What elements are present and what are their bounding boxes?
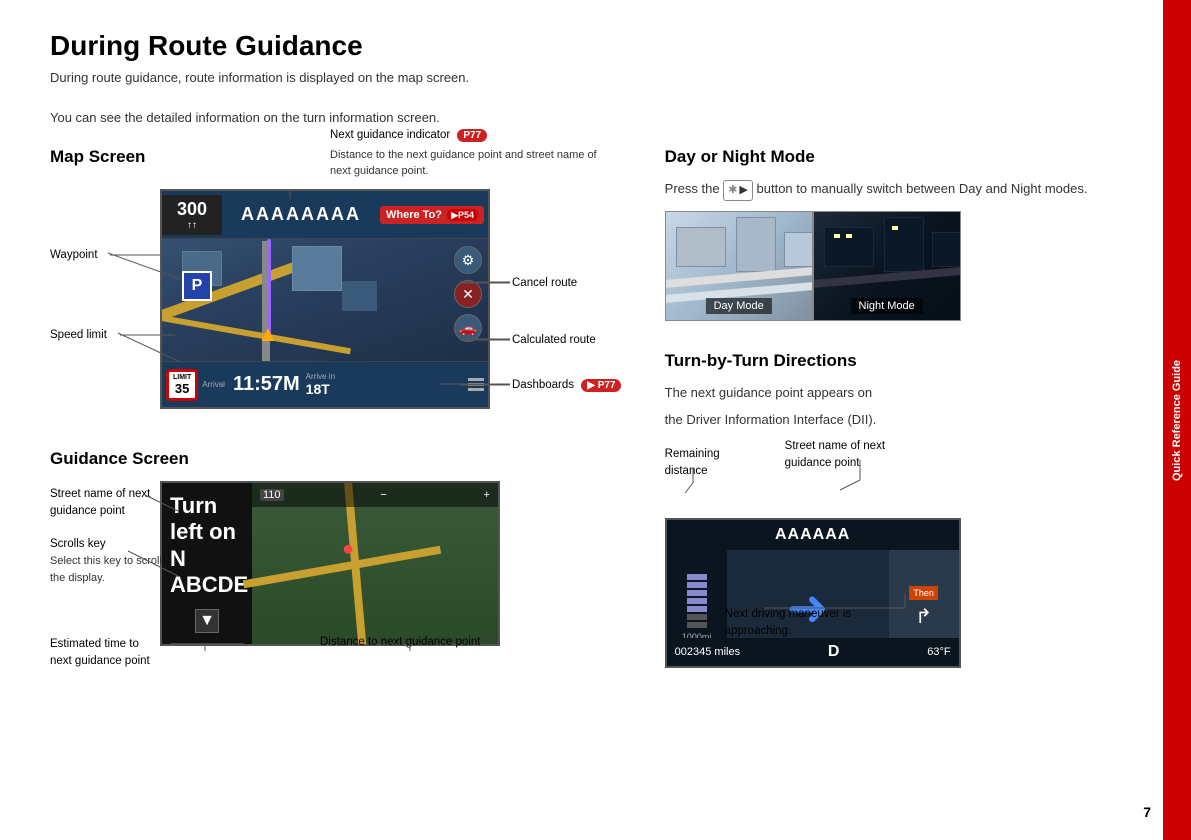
annotation-cancel-route: Cancel route — [512, 277, 577, 289]
sidebar-tab: Quick Reference Guide — [1163, 0, 1191, 840]
night-mode-image: Night Mode — [813, 211, 961, 321]
guidance-screen-section: Guidance Screen Turn left on N — [50, 449, 635, 681]
annotation-street-next: Street name of next guidance point — [785, 438, 885, 473]
day-night-button-icon: ✱ ▶ — [723, 180, 753, 201]
temperature-display: 63°F — [927, 646, 950, 658]
where-to-button[interactable]: Where To? ▶P54 — [380, 206, 484, 224]
turn-display: AAAAAA — [665, 518, 961, 668]
annotation-waypoint: Waypoint — [50, 249, 98, 261]
tbt-annotation-area: AAAAAA — [665, 438, 1143, 638]
page-title: During Route Guidance — [50, 30, 1143, 62]
odometer-display: 002345 miles — [675, 646, 740, 658]
map-annotation-area: ▲ 300 ↑↑ AAAAAAAA — [50, 179, 635, 439]
night-mode-label: Night Mode — [851, 298, 923, 314]
guidance-top-controls: 110 − + — [252, 483, 498, 507]
annotation-dashboards: Dashboards ▶ P77 — [512, 379, 621, 392]
map-street-name: AAAAAAAA — [222, 204, 380, 225]
guidance-bottom: 0:02 200£ — [170, 643, 244, 646]
arrival-info: Arrival — [202, 380, 225, 389]
day-night-heading: Day or Night Mode — [665, 147, 1143, 167]
speed-limit-box: LIMIT 35 — [166, 369, 198, 401]
guidance-text: Turn left on N ABCDE — [170, 493, 244, 599]
nav-icon[interactable]: 🚗 — [454, 314, 482, 342]
zoom-in-btn[interactable]: ⚙ — [454, 246, 482, 274]
sidebar-tab-label: Quick Reference Guide — [1171, 359, 1183, 480]
annotation-scrolls-key: Scrolls key Select this key to scroll th… — [50, 536, 162, 586]
badge-p77-dashboards: ▶ P77 — [581, 379, 621, 392]
annotation-est-time: Estimated time to next guidance point — [50, 636, 150, 671]
map-arrows: ↑↑ — [187, 220, 197, 231]
annotation-speed-limit: Speed limit — [50, 329, 107, 341]
parking-icon: P — [182, 271, 212, 301]
arrive-in: Arrive in 18T — [306, 372, 335, 397]
badge-p77-top: P77 — [457, 129, 487, 142]
tbt-desc-line1: The next guidance point appears on — [665, 383, 1143, 403]
time-display: 11:57M — [233, 373, 300, 396]
annotation-dist-next: Distance to next guidance point — [320, 636, 480, 648]
map-screen-section: Map Screen Next guidance indicator P77 D… — [50, 147, 635, 439]
map-bottom-bar: LIMIT 35 Arrival 11:57M Arrive in — [162, 361, 488, 407]
scroll-button[interactable]: ▼ — [170, 605, 244, 637]
day-night-desc: Press the ✱ ▶ button to manually switch … — [665, 179, 1143, 201]
guidance-map: ● 110 − + — [252, 483, 498, 644]
page-container: During Route Guidance During route guida… — [0, 0, 1191, 840]
annotation-next-guidance-desc2: next guidance point. — [330, 165, 428, 177]
annotation-remaining-dist: Remaining distance — [665, 446, 720, 481]
annotation-calculated-route: Calculated route — [512, 334, 596, 346]
main-content: During Route Guidance During route guida… — [0, 0, 1163, 840]
left-column: Map Screen Next guidance indicator P77 D… — [50, 147, 635, 681]
tbt-street-name: AAAAAA — [675, 526, 951, 544]
distance-bars — [687, 574, 707, 628]
map-top-bar: 300 ↑↑ AAAAAAAA Where To? ▶P54 — [162, 191, 488, 239]
turn-by-turn-section: Turn-by-Turn Directions The next guidanc… — [665, 351, 1143, 638]
day-night-images: Day Mode Nig — [665, 211, 1143, 321]
right-column: Day or Night Mode Press the ✱ ▶ button t… — [665, 147, 1143, 681]
page-subtitle-line1: During route guidance, route information… — [50, 68, 1143, 88]
tbt-heading: Turn-by-Turn Directions — [665, 351, 1143, 371]
guidance-left-panel: Turn left on N ABCDE ▼ 0:02 200£ — [162, 483, 252, 644]
map-image-wrapper: ▲ 300 ↑↑ AAAAAAAA — [160, 189, 490, 409]
map-distance-box: 300 ↑↑ — [162, 195, 222, 235]
cancel-icon[interactable]: ✕ — [454, 280, 482, 308]
day-mode-label: Day Mode — [706, 298, 772, 314]
then-arrow-icon: ↱ — [915, 604, 932, 629]
guidance-image-wrapper: Turn left on N ABCDE ▼ 0:02 200£ — [160, 481, 500, 646]
then-label: Then — [909, 586, 938, 600]
annotation-next-guidance-desc: Distance to the next guidance point and … — [330, 149, 597, 161]
map-image: ▲ 300 ↑↑ AAAAAAAA — [160, 189, 490, 409]
tbt-bottom-bar: 002345 miles D 63°F — [667, 638, 959, 666]
annotation-next-guidance: Next guidance indicator P77 — [330, 129, 487, 142]
tbt-top-bar: AAAAAA — [667, 520, 959, 550]
guidance-annotation-area: Turn left on N ABCDE ▼ 0:02 200£ — [50, 481, 635, 681]
tbt-desc-line2: the Driver Information Interface (DII). — [665, 410, 1143, 430]
guidance-screen-heading: Guidance Screen — [50, 449, 635, 469]
guidance-image: Turn left on N ABCDE ▼ 0:02 200£ — [160, 481, 500, 646]
drive-letter: D — [828, 643, 840, 661]
annotation-next-maneuver: Next driving maneuver is approaching. — [725, 606, 852, 641]
two-col-layout: Map Screen Next guidance indicator P77 D… — [50, 147, 1143, 681]
day-night-section: Day or Night Mode Press the ✱ ▶ button t… — [665, 147, 1143, 321]
page-subtitle-line2: You can see the detailed information on … — [50, 108, 1143, 128]
day-mode-image: Day Mode — [665, 211, 813, 321]
annotation-street-name: Street name of next guidance point — [50, 486, 150, 521]
page-number: 7 — [1143, 804, 1151, 820]
map-side-icons: ⚙ ✕ 🚗 — [454, 246, 482, 342]
